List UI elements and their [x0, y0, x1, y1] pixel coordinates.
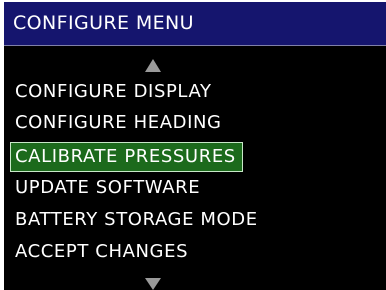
title-bar: CONFIGURE MENU — [4, 2, 386, 46]
menu-item-accept-changes[interactable]: ACCEPT CHANGES — [10, 237, 195, 267]
menu-item-battery-storage-mode[interactable]: BATTERY STORAGE MODE — [10, 205, 265, 235]
menu-item-calibrate-pressures[interactable]: CALIBRATE PRESSURES — [10, 142, 243, 172]
menu-item-update-software[interactable]: UPDATE SOFTWARE — [10, 173, 207, 203]
device-screen: CONFIGURE MENU CONFIGURE DISPLAY CONFIGU… — [4, 2, 386, 290]
menu-item-configure-display[interactable]: CONFIGURE DISPLAY — [10, 77, 219, 107]
menu-title: CONFIGURE MENU — [13, 12, 194, 34]
scroll-down-icon[interactable] — [145, 278, 161, 290]
menu-item-configure-heading[interactable]: CONFIGURE HEADING — [10, 108, 229, 138]
scroll-up-icon[interactable] — [145, 59, 161, 72]
